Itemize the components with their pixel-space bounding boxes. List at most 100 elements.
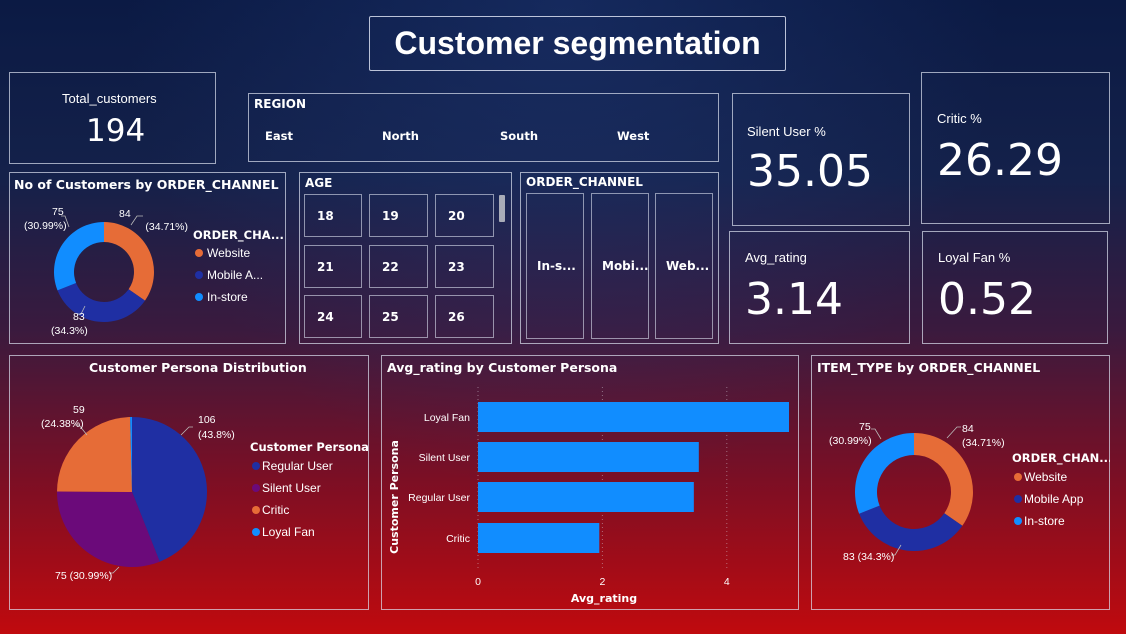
donut2-label-mobile: 83 (34.3%) bbox=[843, 551, 894, 563]
dashboard-title-box: Customer segmentation bbox=[369, 16, 786, 71]
total-customers-label: Total_customers bbox=[62, 91, 157, 106]
persona-label-critic-value: 59 bbox=[73, 404, 85, 416]
region-item-south[interactable]: South bbox=[500, 129, 538, 143]
bar-category-label: Loyal Fan bbox=[424, 412, 470, 424]
bar-loyal-fan[interactable] bbox=[478, 402, 789, 432]
region-item-north[interactable]: North bbox=[382, 129, 419, 143]
donut2-label-website-value: 84 bbox=[962, 423, 974, 435]
silent-user-value: 35.05 bbox=[747, 146, 873, 197]
persona-label-critic-pct: (24.38%) bbox=[41, 418, 84, 430]
age-item[interactable]: 22 bbox=[369, 245, 428, 288]
persona-label-regular-value: 106 bbox=[198, 414, 216, 426]
region-slicer: REGION East North South West bbox=[248, 93, 719, 162]
age-item[interactable]: 25 bbox=[369, 295, 428, 338]
persona-pie-chart: 106 (43.8%) 75 (30.99%) 59 (24.38%) Cust… bbox=[41, 404, 369, 582]
critic-value: 26.29 bbox=[937, 135, 1063, 186]
critic-card: Critic % 26.29 bbox=[921, 72, 1110, 224]
order-channel-item-instore[interactable]: In-s... bbox=[526, 193, 584, 339]
donut2-label-instore-value: 75 bbox=[859, 421, 871, 433]
age-item[interactable]: 18 bbox=[304, 194, 362, 237]
donut1-label-instore-value: 75 bbox=[52, 206, 64, 218]
avg-rating-bar-chart: Loyal Fan Silent User Regular User Critic 0… bbox=[388, 387, 789, 605]
donut1-legend-instore[interactable]: In-store bbox=[207, 290, 248, 304]
donut1-legend-title: ORDER_CHA... bbox=[193, 228, 284, 243]
persona-legend-dot-critic bbox=[252, 506, 260, 514]
donut1-leader-website bbox=[130, 215, 143, 226]
age-scrollbar[interactable] bbox=[499, 195, 505, 222]
donut2-legend-dot-mobile bbox=[1014, 495, 1022, 503]
avg-rating-card: Avg_rating 3.14 bbox=[729, 231, 910, 344]
donut1-slices bbox=[53, 222, 154, 322]
loyal-fan-card: Loyal Fan % 0.52 bbox=[922, 231, 1108, 344]
bar-tick-labels: 0 2 4 bbox=[475, 576, 730, 588]
donut2-leader-website bbox=[946, 426, 961, 439]
order-channel-item-web[interactable]: Web... bbox=[655, 193, 713, 339]
age-item[interactable]: 20 bbox=[435, 194, 494, 237]
total-customers-card: Total_customers 194 bbox=[9, 72, 216, 164]
donut1-slice-website[interactable] bbox=[104, 222, 154, 301]
donut1-legend-website[interactable]: Website bbox=[207, 246, 250, 260]
age-title: AGE bbox=[305, 176, 333, 190]
region-item-east[interactable]: East bbox=[265, 129, 293, 143]
persona-legend-title: Customer Persona bbox=[250, 440, 369, 454]
donut1-label-website-value: 84 bbox=[119, 208, 131, 220]
region-title: REGION bbox=[254, 97, 306, 111]
bar-tick-label: 2 bbox=[599, 576, 605, 588]
bar-regular-user[interactable] bbox=[478, 482, 694, 512]
donut2-legend-dot-website bbox=[1014, 473, 1022, 481]
bar-category-label: Critic bbox=[446, 533, 470, 545]
loyal-fan-value: 0.52 bbox=[938, 274, 1036, 325]
avg-rating-value: 3.14 bbox=[745, 274, 843, 325]
order-channel-slicer-title: ORDER_CHANNEL bbox=[526, 175, 643, 189]
persona-label-regular-pct: (43.8%) bbox=[198, 429, 235, 441]
donut1-legend-dot-instore bbox=[195, 293, 203, 301]
donut2-legend-website[interactable]: Website bbox=[1024, 470, 1067, 484]
bar-category-label: Regular User bbox=[408, 492, 470, 504]
persona-legend-regular[interactable]: Regular User bbox=[262, 459, 333, 473]
critic-label: Critic % bbox=[937, 111, 982, 126]
persona-legend-loyal[interactable]: Loyal Fan bbox=[262, 525, 315, 539]
loyal-fan-label: Loyal Fan % bbox=[938, 250, 1011, 265]
age-item[interactable]: 26 bbox=[435, 295, 494, 338]
bar-silent-user[interactable] bbox=[478, 442, 699, 472]
age-item[interactable]: 19 bbox=[369, 194, 428, 237]
bar-ylabel: Customer Persona bbox=[388, 440, 401, 554]
donut1-legend-dot-mobile bbox=[195, 271, 203, 279]
persona-legend-dot-regular bbox=[252, 462, 260, 470]
dashboard-title: Customer segmentation bbox=[394, 25, 761, 61]
donut2-legend-dot-instore bbox=[1014, 517, 1022, 525]
order-channel-item-mobile[interactable]: Mobi... bbox=[591, 193, 649, 339]
donut2-slices bbox=[855, 433, 973, 551]
persona-legend-silent[interactable]: Silent User bbox=[262, 481, 321, 495]
donut1-label-instore-pct: (30.99%) bbox=[24, 220, 67, 232]
donut1-legend-dot-website bbox=[195, 249, 203, 257]
persona-label-silent: 75 (30.99%) bbox=[55, 570, 112, 582]
silent-user-label: Silent User % bbox=[747, 124, 826, 139]
persona-slices bbox=[57, 417, 208, 567]
age-item[interactable]: 23 bbox=[435, 245, 494, 288]
bar-tick-label: 4 bbox=[724, 576, 730, 588]
age-item[interactable]: 21 bbox=[304, 245, 362, 288]
age-item[interactable]: 24 bbox=[304, 295, 362, 338]
donut2-legend-instore[interactable]: In-store bbox=[1024, 514, 1065, 528]
donut2-legend-title: ORDER_CHAN... bbox=[1012, 451, 1110, 466]
donut1-label-website-pct: (34.71%) bbox=[145, 221, 188, 233]
region-item-west[interactable]: West bbox=[617, 129, 649, 143]
persona-leader-regular bbox=[180, 426, 193, 436]
bar-category-label: Silent User bbox=[419, 452, 471, 464]
order-channel-slicer: ORDER_CHANNEL In-s... Mobi... Web... bbox=[520, 172, 719, 344]
bar-tick-label: 0 bbox=[475, 576, 481, 588]
bar-critic[interactable] bbox=[478, 523, 600, 553]
donut2-label-website-pct: (34.71%) bbox=[962, 437, 1005, 449]
persona-legend-critic[interactable]: Critic bbox=[262, 503, 289, 517]
donut1-legend-mobile[interactable]: Mobile A... bbox=[207, 268, 263, 282]
donut2-leader-instore bbox=[871, 428, 882, 440]
donut1-slice-in-store[interactable] bbox=[53, 222, 104, 291]
donut2-label-instore-pct: (30.99%) bbox=[829, 435, 872, 447]
silent-user-card: Silent User % 35.05 bbox=[732, 93, 910, 226]
bar-category-labels: Loyal Fan Silent User Regular User Critic bbox=[408, 412, 470, 545]
persona-legend-dot-silent bbox=[252, 484, 260, 492]
item-type-donut-chart: 84 (34.71%) 83 (34.3%) 75 (30.99%) ORDER… bbox=[829, 421, 1110, 563]
donut2-legend-mobile[interactable]: Mobile App bbox=[1024, 492, 1084, 506]
bar-series bbox=[478, 402, 789, 553]
